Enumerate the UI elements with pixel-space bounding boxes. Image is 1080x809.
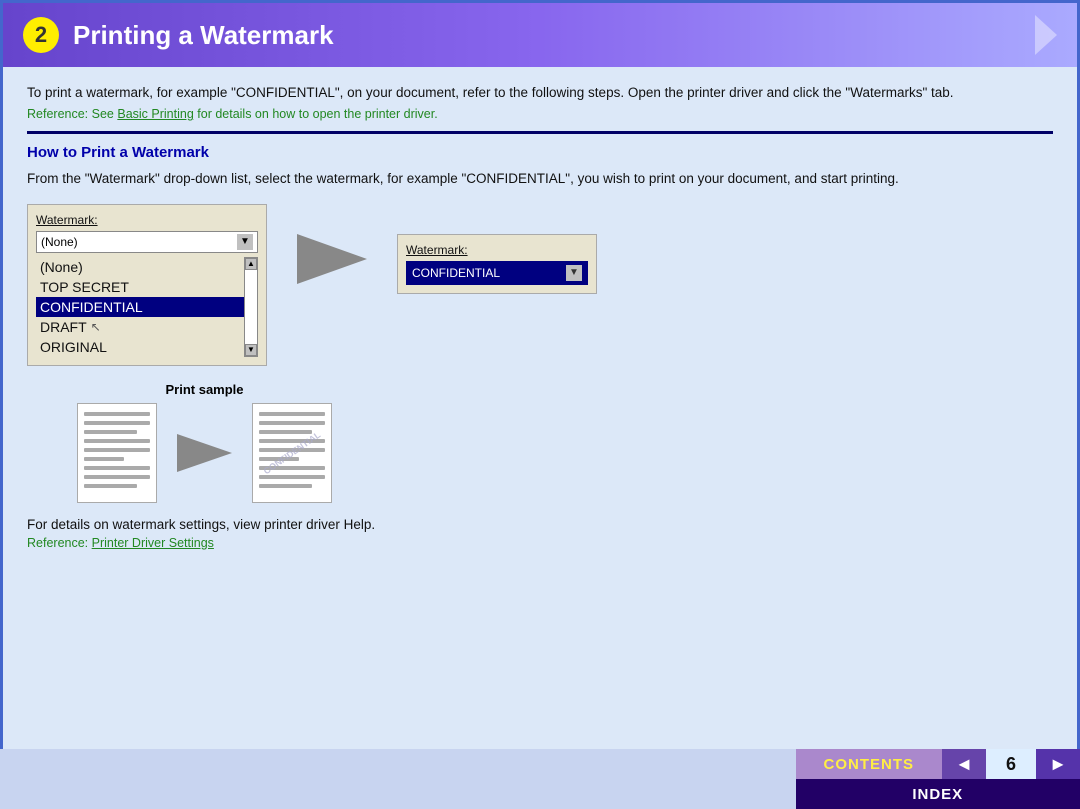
- dropdown-widget: Watermark: (None) ▼ (None) TOP SECRET CO…: [27, 204, 267, 366]
- main-content: To print a watermark, for example "CONFI…: [3, 67, 1077, 754]
- next-page-button[interactable]: ►: [1036, 749, 1080, 779]
- printer-driver-settings-link[interactable]: Printer Driver Settings: [92, 536, 214, 550]
- dropdown-list: (None) TOP SECRET CONFIDENTIAL DRAFT ↖ O…: [36, 257, 244, 357]
- list-item-draft[interactable]: DRAFT ↖: [36, 317, 244, 337]
- print-sample-comparison: CONFIDENTIAL: [77, 403, 332, 503]
- dropdown-list-container: (None) TOP SECRET CONFIDENTIAL DRAFT ↖ O…: [36, 257, 258, 357]
- prev-page-button[interactable]: ◄: [942, 749, 986, 779]
- doc-line: [84, 439, 150, 443]
- result-dropdown-arrow[interactable]: ▼: [566, 265, 582, 281]
- intro-reference: Reference: See Basic Printing for detail…: [27, 107, 1053, 121]
- index-button[interactable]: INDEX: [796, 779, 1080, 809]
- scrollbar-track: [245, 270, 257, 344]
- reference-suffix: for details on how to open the printer d…: [194, 107, 438, 121]
- list-item-none[interactable]: (None): [36, 257, 244, 277]
- basic-printing-link[interactable]: Basic Printing: [117, 107, 193, 121]
- doc-line: [259, 412, 325, 416]
- print-sample-arrow: [177, 434, 232, 472]
- footer: CONTENTS ◄ 6 ► INDEX: [0, 749, 1080, 809]
- list-item-confidential[interactable]: CONFIDENTIAL: [36, 297, 244, 317]
- page-header: 2 Printing a Watermark: [3, 3, 1077, 67]
- footer-top-row: CONTENTS ◄ 6 ►: [796, 749, 1080, 779]
- scrollbar-up[interactable]: ▲: [245, 258, 257, 270]
- chapter-number: 2: [23, 17, 59, 53]
- intro-text: To print a watermark, for example "CONFI…: [27, 83, 1053, 103]
- watermark-dropdown-widget: Watermark: (None) ▼ (None) TOP SECRET CO…: [27, 204, 267, 366]
- doc-line: [84, 412, 150, 416]
- bottom-reference-label: Reference:: [27, 536, 88, 550]
- doc-preview-watermark: CONFIDENTIAL: [252, 403, 332, 503]
- result-selected-value: CONFIDENTIAL: [412, 266, 500, 280]
- header-next-arrow[interactable]: [1035, 15, 1057, 55]
- result-widget-container: Watermark: CONFIDENTIAL ▼: [397, 234, 597, 294]
- doc-line: [84, 484, 137, 488]
- doc-line: [259, 430, 312, 434]
- dropdown-label: Watermark:: [36, 213, 258, 227]
- scrollbar[interactable]: ▲ ▼: [244, 257, 258, 357]
- footer-bottom-row: INDEX: [796, 779, 1080, 809]
- doc-line: [84, 475, 150, 479]
- section-divider: [27, 131, 1053, 134]
- doc-line: [84, 466, 150, 470]
- section-heading: How to Print a Watermark: [27, 144, 1053, 161]
- bottom-text: For details on watermark settings, view …: [27, 517, 1053, 532]
- list-item-top-secret[interactable]: TOP SECRET: [36, 277, 244, 297]
- doc-line: [84, 448, 150, 452]
- dropdown-select[interactable]: (None) ▼: [36, 231, 258, 253]
- bottom-reference: Reference: Printer Driver Settings: [27, 536, 1053, 550]
- result-dropdown-label: Watermark:: [406, 243, 588, 257]
- doc-line: [259, 484, 312, 488]
- result-dropdown-widget: Watermark: CONFIDENTIAL ▼: [397, 234, 597, 294]
- doc-line: [84, 430, 137, 434]
- reference-see: See: [92, 107, 118, 121]
- dropdown-current-value: (None): [41, 235, 237, 249]
- page-number: 6: [986, 749, 1036, 779]
- contents-button[interactable]: CONTENTS: [796, 749, 943, 779]
- doc-preview-plain: [77, 403, 157, 503]
- page-title: Printing a Watermark: [73, 20, 334, 51]
- demo-area: Watermark: (None) ▼ (None) TOP SECRET CO…: [27, 204, 1053, 366]
- section-body: From the "Watermark" drop-down list, sel…: [27, 169, 1053, 189]
- scrollbar-down[interactable]: ▼: [245, 344, 257, 356]
- result-select[interactable]: CONFIDENTIAL ▼: [406, 261, 588, 285]
- list-item-original[interactable]: ORIGINAL: [36, 337, 244, 357]
- step-arrow-1: [297, 234, 367, 284]
- doc-line: [84, 457, 124, 461]
- print-sample-section: Print sample CONFID: [77, 382, 1053, 503]
- doc-line: [84, 421, 150, 425]
- big-arrow-icon: [297, 234, 367, 284]
- dropdown-arrow-icon[interactable]: ▼: [237, 234, 253, 250]
- print-sample-label: Print sample: [165, 382, 243, 397]
- print-sample-left: Print sample CONFID: [77, 382, 332, 503]
- reference-label: Reference:: [27, 107, 88, 121]
- footer-nav-block: CONTENTS ◄ 6 ► INDEX: [796, 749, 1080, 809]
- doc-line: [259, 421, 325, 425]
